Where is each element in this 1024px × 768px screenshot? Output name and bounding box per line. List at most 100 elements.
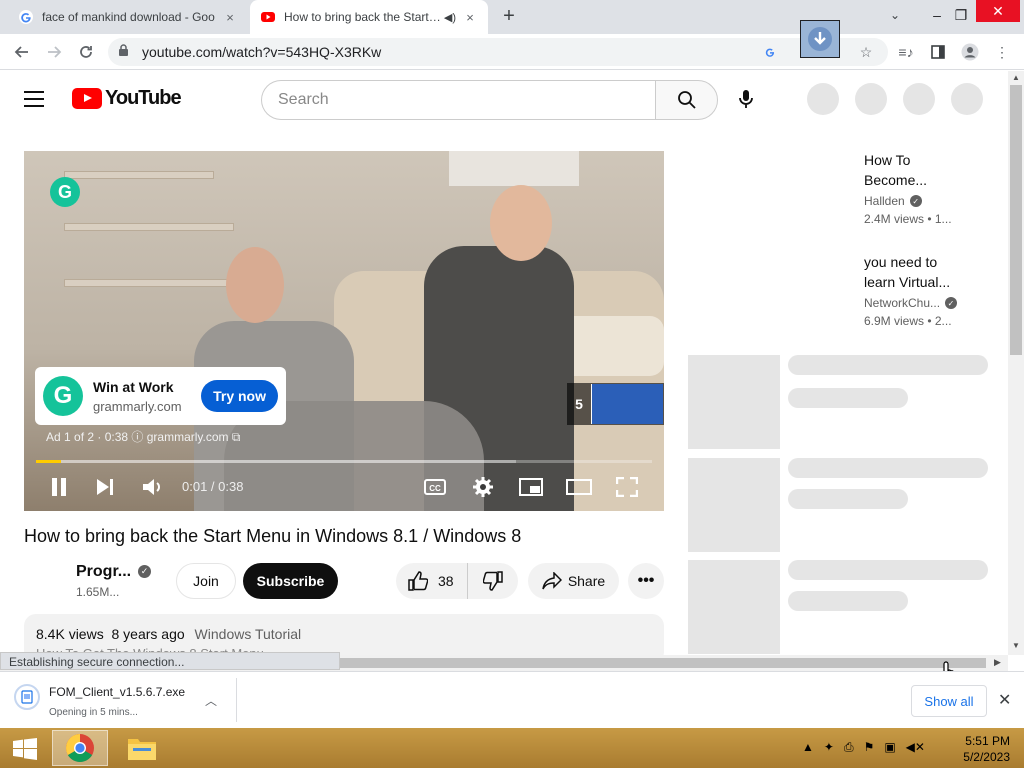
side-panel-icon[interactable] xyxy=(928,42,948,62)
volume-muted-icon[interactable]: ◀✕ xyxy=(906,740,925,755)
volume-button[interactable] xyxy=(140,475,166,499)
windows-taskbar: ▲ ✦ ⎙ ⚑ ▣ ◀✕ 5:51 PM 5/2/2023 xyxy=(0,728,1024,768)
tab-youtube-video[interactable]: How to bring back the Start Menu ◀) × xyxy=(250,0,488,34)
video-player[interactable]: G G Win at Work grammarly.com Try now Ad… xyxy=(24,151,664,511)
network-icon[interactable]: ▣ xyxy=(884,740,895,755)
new-tab-button[interactable]: + xyxy=(498,6,520,28)
windows-start-icon[interactable] xyxy=(12,738,38,760)
like-button[interactable]: 38 xyxy=(396,563,468,599)
download-item[interactable]: FOM_Client_v1.5.6.7.exe Opening in 5 min… xyxy=(14,681,236,723)
chrome-taskbar-button[interactable] xyxy=(52,730,108,766)
clock-time: 5:51 PM xyxy=(965,734,1010,748)
chevron-down-icon[interactable]: ⌄ xyxy=(890,8,900,22)
next-video-thumbnail xyxy=(591,384,663,424)
bookmark-star-icon[interactable]: ☆ xyxy=(856,42,876,62)
skeleton-thumbnail xyxy=(688,355,780,449)
category-link[interactable]: Windows Tutorial xyxy=(195,626,302,642)
verified-check-icon: ✓ xyxy=(909,195,922,207)
miniplayer-icon xyxy=(519,478,543,496)
scroll-right-icon[interactable]: ▶ xyxy=(994,657,1001,668)
grammarly-logo-icon: G xyxy=(43,376,83,416)
hamburger-menu-icon[interactable] xyxy=(24,91,44,107)
chrome-icon xyxy=(66,734,94,762)
download-progress-icon[interactable] xyxy=(800,20,840,58)
tab-strip: face of mankind download - Goo × How to … xyxy=(0,0,1024,34)
search-input[interactable]: Search xyxy=(261,80,655,120)
lock-icon[interactable] xyxy=(118,44,132,60)
played-bar xyxy=(36,460,61,463)
search-button[interactable] xyxy=(655,80,718,120)
show-hidden-icons-icon[interactable]: ▲ xyxy=(802,740,814,755)
placeholder-icon xyxy=(951,83,983,115)
pause-button[interactable] xyxy=(46,475,72,499)
theater-mode-button[interactable] xyxy=(566,475,592,499)
info-icon[interactable]: ⓘ xyxy=(131,430,146,444)
tab-close-button[interactable]: × xyxy=(462,10,478,25)
voice-search-button[interactable] xyxy=(730,83,762,115)
external-link-icon[interactable]: ⧉ xyxy=(232,430,241,444)
join-button[interactable]: Join xyxy=(176,563,236,599)
tray-app-icon[interactable]: ✦ xyxy=(824,740,834,755)
file-explorer-taskbar-button[interactable] xyxy=(114,730,170,766)
action-center-flag-icon[interactable]: ⚑ xyxy=(864,740,875,755)
divider xyxy=(236,678,237,722)
upload-age: 8 years ago xyxy=(111,626,185,642)
skeleton-thumbnail xyxy=(688,458,780,552)
like-dislike-group: 38 xyxy=(396,563,518,599)
recommendation-item[interactable]: you need to learn Virtual... NetworkChu.… xyxy=(864,252,994,328)
subscribe-button[interactable]: Subscribe xyxy=(243,563,338,599)
youtube-logo[interactable]: YouTube xyxy=(72,87,182,110)
taskbar-clock[interactable]: 5:51 PM 5/2/2023 xyxy=(950,733,1010,765)
tab-google-search[interactable]: face of mankind download - Goo × xyxy=(8,0,248,34)
forward-button[interactable] xyxy=(42,40,66,64)
close-window-button[interactable]: ✕ xyxy=(976,0,1020,22)
placeholder-icon xyxy=(855,83,887,115)
captions-button[interactable]: CC xyxy=(422,475,448,499)
youtube-masthead: YouTube Search xyxy=(0,71,1008,127)
speaker-icon[interactable]: ◀) xyxy=(444,11,456,24)
google-icon xyxy=(19,10,33,24)
dislike-button[interactable] xyxy=(468,571,518,591)
scrollbar-thumb[interactable] xyxy=(1010,85,1022,355)
skeleton-line xyxy=(788,591,908,611)
show-all-button[interactable]: Show all xyxy=(911,685,987,717)
chevron-up-icon[interactable]: ︿ xyxy=(205,692,217,709)
recommendation-item[interactable]: How To Become... Hallden ✓ 2.4M views • … xyxy=(864,150,994,226)
skip-ad-preview[interactable]: 5 xyxy=(567,383,664,425)
more-actions-button[interactable]: ••• xyxy=(628,563,664,599)
download-status: Opening in 5 mins... xyxy=(49,707,138,718)
restore-button[interactable]: ❐ xyxy=(946,0,976,30)
media-controls-icon[interactable]: ≡♪ xyxy=(896,42,916,62)
tab-title: face of mankind download - Goo xyxy=(42,10,215,24)
scroll-down-icon[interactable]: ▼ xyxy=(1012,641,1020,650)
ad-card[interactable]: G Win at Work grammarly.com Try now xyxy=(35,367,286,425)
ad-advertiser-link[interactable]: grammarly.com xyxy=(147,430,229,444)
ellipsis-icon: ••• xyxy=(637,572,655,589)
close-icon[interactable]: ✕ xyxy=(998,690,1011,710)
tab-close-button[interactable]: × xyxy=(222,10,238,25)
grammarly-icon[interactable]: G xyxy=(50,177,80,207)
kebab-menu-icon[interactable]: ⋮ xyxy=(992,42,1012,62)
volume-icon xyxy=(143,479,160,495)
printer-icon[interactable]: ⎙ xyxy=(844,740,854,755)
person-head xyxy=(226,247,284,323)
back-button[interactable] xyxy=(10,40,34,64)
share-button[interactable]: Share xyxy=(528,563,619,599)
skeleton-line xyxy=(788,388,908,408)
next-button[interactable] xyxy=(92,475,118,499)
fullscreen-button[interactable] xyxy=(614,475,640,499)
miniplayer-button[interactable] xyxy=(518,475,544,499)
settings-button[interactable] xyxy=(470,475,496,499)
progress-bar[interactable] xyxy=(36,460,652,463)
scroll-up-icon[interactable]: ▲ xyxy=(1012,73,1020,82)
google-lens-icon[interactable] xyxy=(760,42,780,62)
channel-name[interactable]: Progr... xyxy=(76,563,131,581)
rec-channel: NetworkChu... ✓ xyxy=(864,296,994,310)
placeholder-icon xyxy=(807,83,839,115)
vertical-scrollbar[interactable]: ▲ ▼ xyxy=(1008,71,1024,655)
reload-button[interactable] xyxy=(74,40,98,64)
profile-icon[interactable] xyxy=(960,42,980,62)
svg-text:CC: CC xyxy=(429,484,441,493)
skeleton-line xyxy=(788,355,988,375)
try-now-button[interactable]: Try now xyxy=(201,380,278,412)
